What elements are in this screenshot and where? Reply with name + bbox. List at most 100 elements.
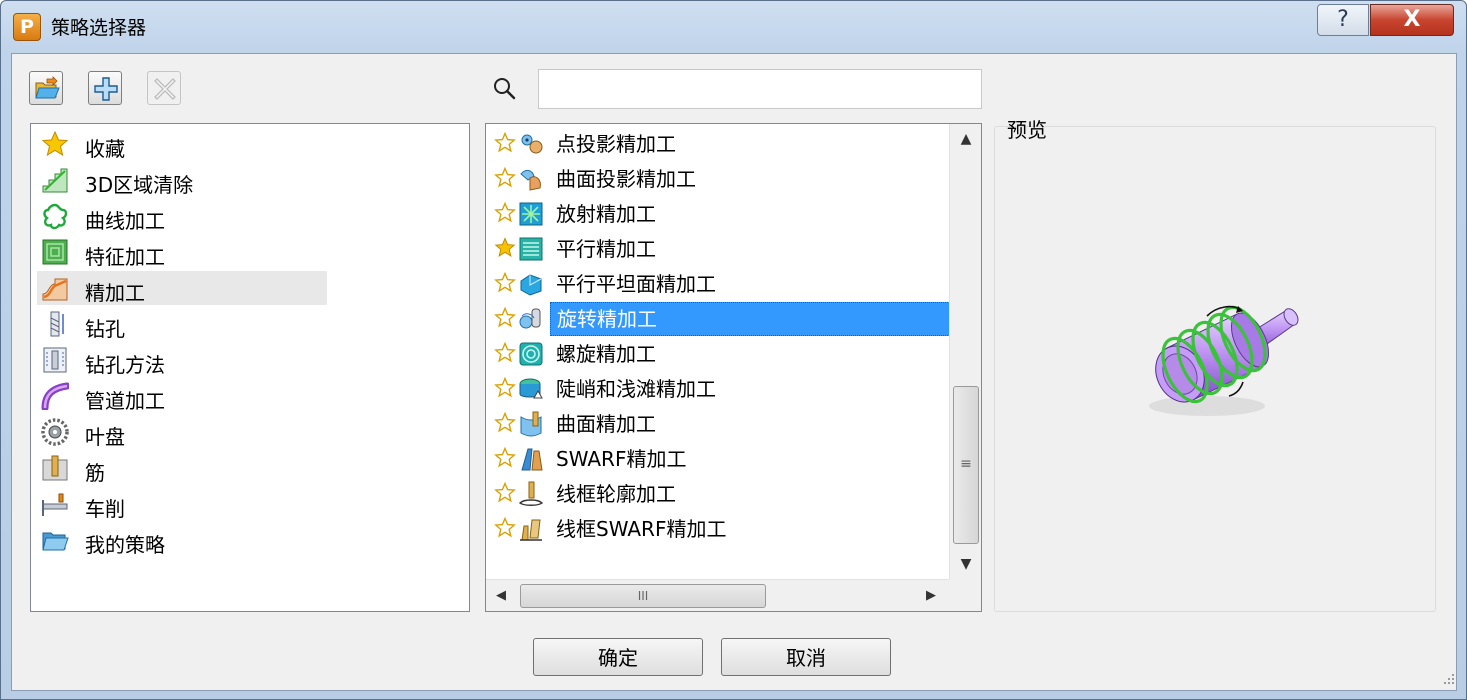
finishing-icon (42, 278, 68, 301)
category-label: 车削 (85, 497, 125, 521)
favorite-star-outline-icon[interactable] (494, 132, 516, 154)
strategy-item[interactable]: 曲面精加工 (490, 407, 948, 441)
horizontal-scroll-thumb[interactable]: III (520, 584, 766, 608)
drill-icon (50, 311, 64, 337)
category-label: 管道加工 (85, 389, 165, 413)
drill-method-icon (43, 347, 67, 373)
favorite-star-outline-icon[interactable] (494, 517, 516, 539)
strategy-item[interactable]: 平行精加工 (490, 232, 948, 266)
rib-icon (42, 455, 68, 481)
scroll-left-arrow-icon[interactable]: ◀ (486, 580, 516, 611)
title-bar[interactable]: P 策略选择器 ? X (1, 1, 1466, 51)
strategy-label: 旋转精加工 (550, 302, 954, 336)
add-button[interactable] (88, 71, 122, 105)
category-label: 钻孔方法 (85, 353, 165, 377)
category-label: 精加工 (85, 281, 145, 305)
strategy-icon (519, 342, 543, 366)
strategy-label: 线框SWARF精加工 (556, 517, 727, 541)
search-input[interactable] (538, 69, 982, 109)
blisk-icon (41, 418, 69, 446)
strategy-icon (519, 202, 543, 226)
strategy-item[interactable]: 陡峭和浅滩精加工 (490, 372, 948, 406)
category-item-turning[interactable]: 车削 (37, 487, 327, 521)
strategy-icon (520, 169, 541, 191)
help-button[interactable]: ? (1317, 4, 1369, 36)
category-item-blisk[interactable]: 叶盘 (37, 415, 327, 449)
strategy-label: SWARF精加工 (556, 447, 687, 471)
favorite-star-outline-icon[interactable] (494, 447, 516, 469)
delete-icon (154, 78, 176, 100)
strategy-item[interactable]: 螺旋精加工 (490, 337, 948, 371)
strategy-label: 平行精加工 (556, 237, 656, 261)
favorite-star-outline-icon[interactable] (494, 307, 516, 329)
curve-icon (43, 203, 68, 230)
favorite-star-outline-icon[interactable] (494, 482, 516, 504)
strategy-list[interactable]: 点投影精加工曲面投影精加工 放射精加工平行精加工平行平坦面精加工旋转精加工 螺旋精加… (485, 123, 982, 612)
category-item-drill-method[interactable]: 钻孔方法 (37, 343, 327, 377)
strategy-label: 曲面投影精加工 (556, 167, 696, 191)
category-item-3d-area-clear[interactable]: 3D区域清除 (37, 163, 327, 197)
favorite-star-outline-icon[interactable] (494, 272, 516, 294)
strategy-item[interactable]: 点投影精加工 (490, 127, 948, 161)
category-label: 钻孔 (85, 317, 125, 341)
strategy-item[interactable]: 线框SWARF精加工 (490, 512, 948, 546)
close-button[interactable]: X (1370, 4, 1454, 36)
strategy-icon (518, 481, 544, 506)
turning-icon (42, 493, 68, 516)
window-title: 策略选择器 (51, 17, 147, 39)
rotary-finishing-preview-image (1149, 305, 1299, 416)
category-label: 叶盘 (85, 425, 125, 449)
category-item-finishing[interactable]: 精加工 (37, 271, 327, 305)
favorite-star-outline-icon[interactable] (494, 202, 516, 224)
strategy-label: 平行平坦面精加工 (556, 272, 716, 296)
favorite-star-outline-icon[interactable] (494, 377, 516, 399)
strategy-icon (520, 519, 542, 541)
strategy-label: 线框轮廓加工 (556, 482, 676, 506)
strategy-icon (519, 378, 543, 399)
vertical-scroll-thumb[interactable]: ≡ (953, 386, 979, 544)
favorite-star-outline-icon[interactable] (494, 342, 516, 364)
category-label: 特征加工 (85, 245, 165, 269)
folder-icon (42, 532, 69, 551)
category-item-favorites[interactable]: 收藏 (37, 127, 327, 161)
cancel-button[interactable]: 取消 (721, 638, 891, 676)
favorite-star-outline-icon[interactable] (494, 412, 516, 434)
scroll-right-arrow-icon[interactable]: ▶ (916, 580, 946, 611)
strategy-icon (520, 274, 542, 296)
strategy-icon (521, 134, 543, 154)
add-icon (94, 77, 118, 101)
strategy-item[interactable]: SWARF精加工 (490, 442, 948, 476)
strategy-label: 曲面精加工 (556, 412, 656, 436)
strategy-item[interactable]: 线框轮廓加工 (490, 477, 948, 511)
strategy-item[interactable]: 旋转精加工 (490, 302, 954, 336)
delete-button[interactable] (147, 71, 181, 105)
category-label: 我的策略 (85, 533, 165, 557)
category-item-pipe[interactable]: 管道加工 (37, 379, 327, 413)
category-item-rib[interactable]: 筋 (37, 451, 327, 485)
dialog-client-area: 收藏 3D区域清除 曲线加工 特征加工 精加工 钻孔 钻孔方法 管道加工 叶盘 … (11, 53, 1457, 691)
vertical-scrollbar[interactable]: ▲ ≡ ▼ (949, 124, 981, 579)
open-folder-button[interactable] (29, 71, 63, 105)
category-label: 曲线加工 (85, 209, 165, 233)
category-list[interactable]: 收藏 3D区域清除 曲线加工 特征加工 精加工 钻孔 钻孔方法 管道加工 叶盘 … (30, 123, 470, 612)
category-item-curve[interactable]: 曲线加工 (37, 199, 327, 233)
strategy-item[interactable]: 平行平坦面精加工 (490, 267, 948, 301)
resize-grip-icon[interactable] (1442, 672, 1456, 686)
scroll-down-arrow-icon[interactable]: ▼ (950, 549, 981, 579)
category-item-drill[interactable]: 钻孔 (37, 307, 327, 341)
category-item-feature[interactable]: 特征加工 (37, 235, 327, 269)
scroll-up-arrow-icon[interactable]: ▲ (950, 124, 981, 154)
star-icon (41, 130, 69, 157)
horizontal-scrollbar[interactable]: ◀ III ▶ (486, 579, 949, 611)
favorite-star-filled-icon[interactable] (494, 237, 516, 259)
strategy-item[interactable]: 曲面投影精加工 (490, 162, 948, 196)
ok-button[interactable]: 确定 (533, 638, 703, 676)
feature-icon (42, 239, 68, 265)
app-icon: P (13, 13, 41, 41)
category-item-my-strategies[interactable]: 我的策略 (37, 523, 327, 557)
strategy-item[interactable]: 放射精加工 (490, 197, 948, 231)
strategy-label: 放射精加工 (556, 202, 656, 226)
open-folder-icon (35, 76, 60, 99)
area-clear-icon (42, 168, 68, 193)
favorite-star-outline-icon[interactable] (494, 167, 516, 189)
